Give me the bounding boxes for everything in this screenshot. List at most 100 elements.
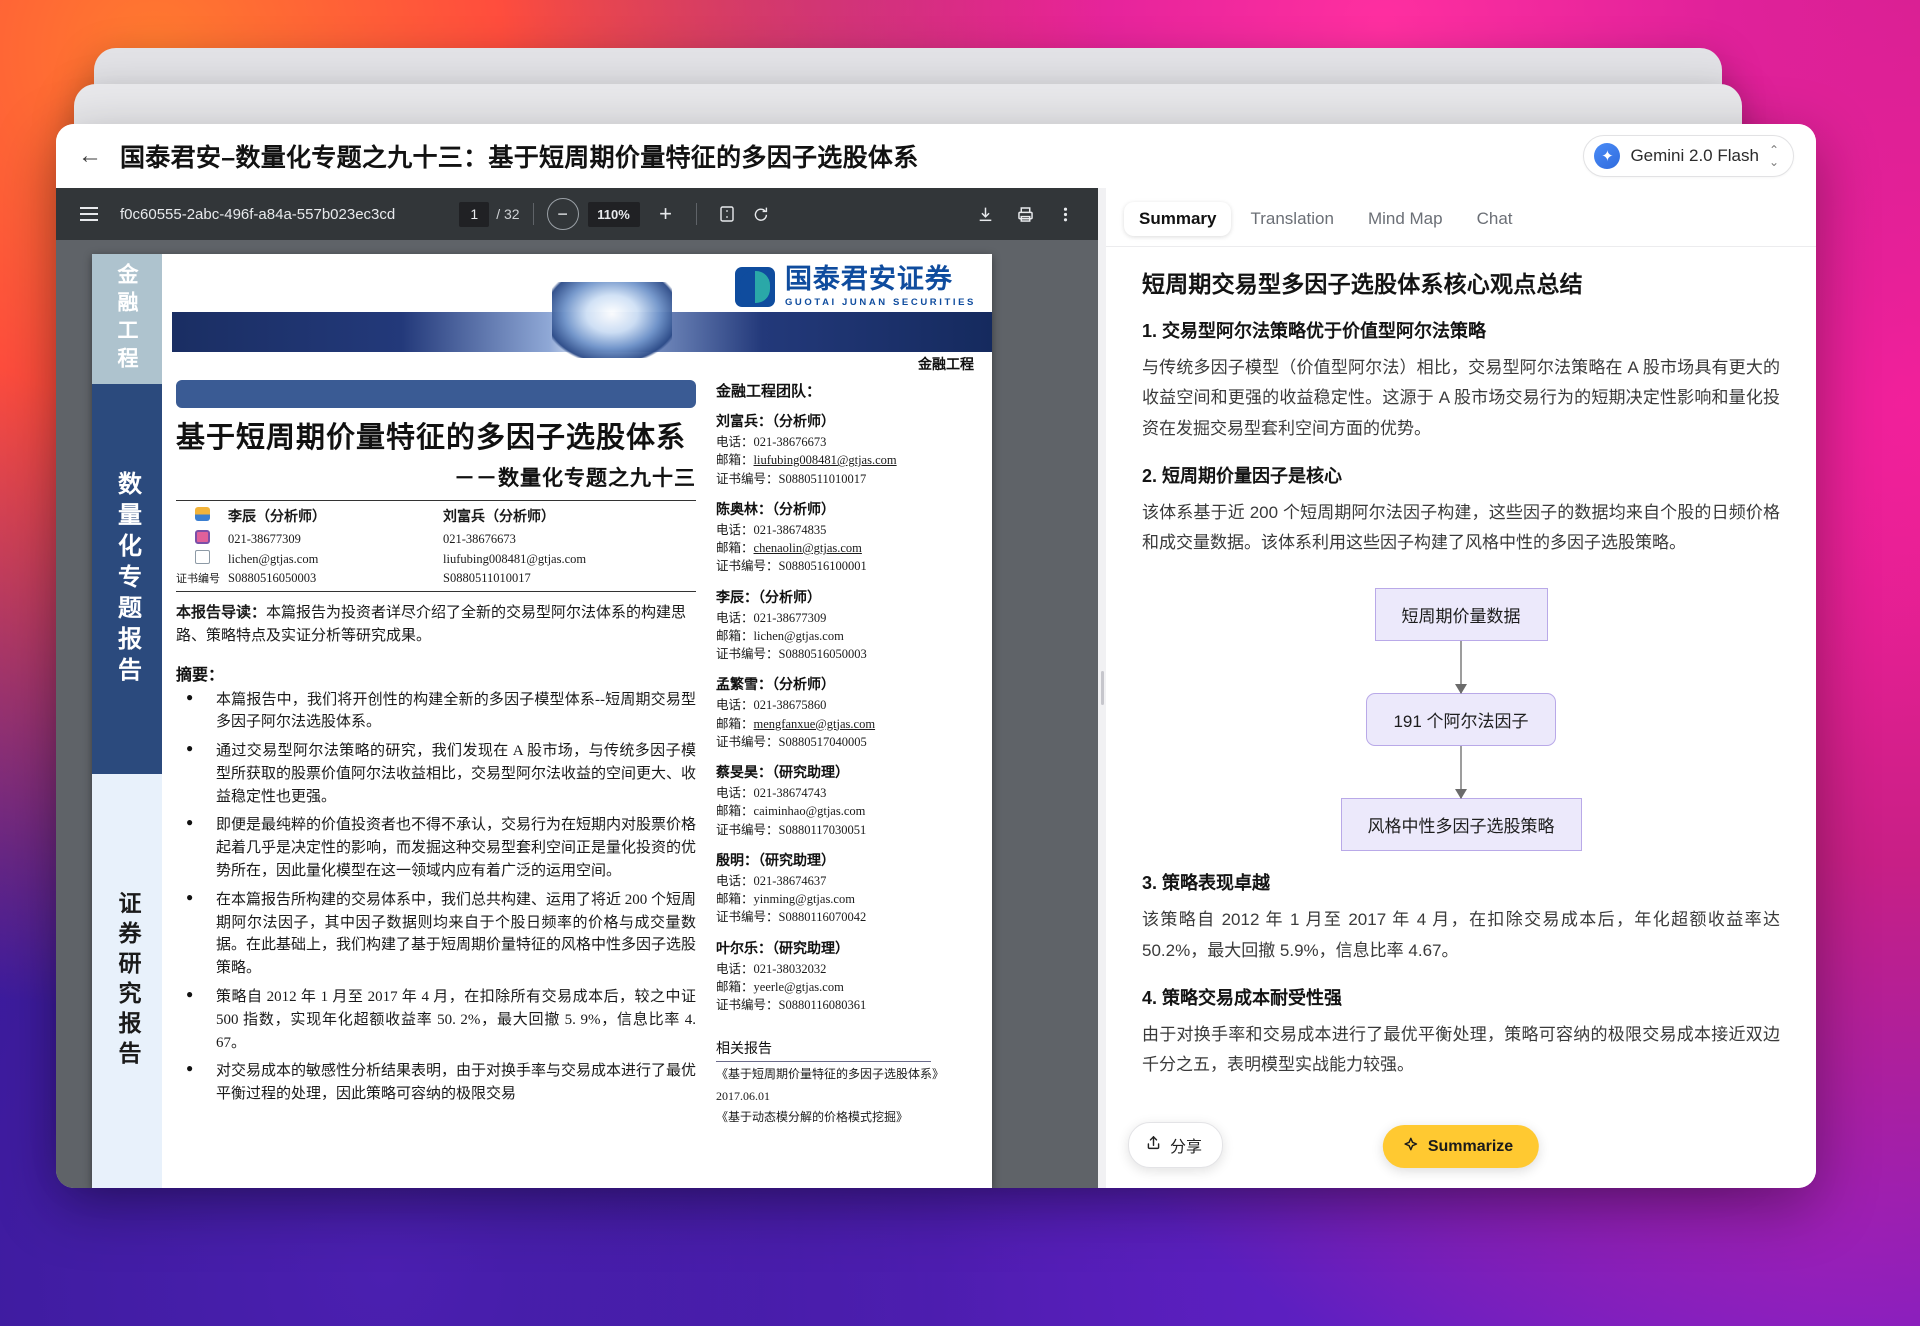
phone-value: 021-38675860 (754, 698, 827, 712)
email-label: 邮箱： (716, 629, 754, 643)
member-phone: 电话：021-38674835 (716, 521, 976, 539)
toolbar-right-group (968, 197, 1082, 231)
phone-label: 电话： (716, 523, 754, 537)
table-row: 李辰（分析师） 刘富兵（分析师） (176, 505, 696, 529)
print-icon[interactable] (1008, 197, 1042, 231)
email-label: 邮箱： (716, 804, 754, 818)
list-item: 策略自 2012 年 1 月至 2017 年 4 月，在扣除所有交易成本后，较之… (176, 986, 696, 1054)
member-name: 孟繁雪：（分析师） (716, 674, 976, 694)
analyst-name-2: 刘富兵（分析师） (443, 505, 696, 529)
list-item: 本篇报告中，我们将开创性的构建全新的多因子模型体系--短周期交易型多因子阿尔法选… (176, 689, 696, 735)
fit-page-icon[interactable] (710, 197, 744, 231)
member-email: 邮箱：yeerle@gtjas.com (716, 978, 976, 996)
cert-value: S0880517040005 (779, 735, 867, 749)
related-reports: 相关报告 《基于短周期价量特征的多因子选股体系》 2017.06.01 《基于动… (716, 1038, 976, 1126)
summary-title: 短周期交易型多因子选股体系核心观点总结 (1142, 265, 1780, 299)
share-button[interactable]: 分享 (1128, 1122, 1223, 1168)
summary-content-scroll[interactable]: 短周期交易型多因子选股体系核心观点总结 1. 交易型阿尔法策略优于价值型阿尔法策… (1106, 247, 1816, 1188)
member-cert: 证书编号：S0880116070042 (716, 908, 976, 926)
cert-value: S0880117030051 (779, 823, 867, 837)
team-member: 叶尔乐：（研究助理） 电话：021-38032032 邮箱：yeerle@gtj… (716, 938, 976, 1015)
pdf-filename: f0c60555-2abc-496f-a84a-557b023ec3cd (120, 206, 395, 223)
email-value[interactable]: mengfanxue@gtjas.com (754, 717, 876, 731)
analyst-phone-1: 021-38677309 (228, 529, 443, 549)
tab-chat[interactable]: Chat (1462, 202, 1528, 236)
toolbar-divider-2 (696, 203, 697, 225)
member-phone: 电话：021-38674743 (716, 784, 976, 802)
member-phone: 电话：021-38675860 (716, 696, 976, 714)
window-title-bar: ← 国泰君安–数量化专题之九十三：基于短周期价量特征的多因子选股体系 ✦ Gem… (56, 124, 1816, 188)
zoom-out-button[interactable]: − (547, 198, 579, 230)
model-picker-dropdown[interactable]: ✦ Gemini 2.0 Flash ⌃⌄ (1583, 135, 1794, 177)
team-member: 蔡旻昊：（研究助理） 电话：021-38674743 邮箱：caiminhao@… (716, 762, 976, 839)
pdf-spine-bands: 金融工程 数量化专题报告 证券研究报告 (92, 254, 162, 1188)
team-member: 陈奥林：（分析师） 电话：021-38674835 邮箱：chenaolin@g… (716, 499, 976, 576)
member-phone: 电话：021-38677309 (716, 609, 976, 627)
member-cert: 证书编号：S0880511010017 (716, 470, 976, 488)
cert-label: 证书编号 (176, 569, 228, 587)
flow-arrow-1 (1460, 641, 1462, 693)
email-label: 邮箱： (716, 453, 754, 467)
page-total-label: / 32 (496, 206, 519, 222)
summarize-button[interactable]: Summarize (1383, 1125, 1539, 1168)
app-window: ← 国泰君安–数量化专题之九十三：基于短周期价量特征的多因子选股体系 ✦ Gem… (56, 124, 1816, 1188)
pdf-page-1: 金融工程 数量化专题报告 证券研究报告 国泰君安证券 (92, 254, 992, 1188)
hamburger-menu-icon[interactable] (72, 197, 106, 231)
email-value[interactable]: yinming@gtjas.com (754, 892, 855, 906)
summary-section-heading-4: 4. 策略交易成本耐受性强 (1142, 984, 1780, 1010)
related-report-item[interactable]: 《基于动态模分解的价格模式挖掘》 (716, 1109, 976, 1126)
email-value[interactable]: lichen@gtjas.com (754, 629, 844, 643)
spine-band-quant-report: 数量化专题报告 (92, 384, 162, 774)
more-vertical-icon[interactable] (1048, 197, 1082, 231)
zoom-level-label: 110% (588, 202, 640, 227)
email-value[interactable]: chenaolin@gtjas.com (754, 541, 862, 555)
email-label: 邮箱： (716, 717, 754, 731)
rotate-icon[interactable] (744, 197, 778, 231)
tab-summary[interactable]: Summary (1124, 202, 1231, 236)
cert-label: 证书编号： (716, 910, 779, 924)
list-item: 对交易成本的敏感性分析结果表明，由于对换手率与交易成本进行了最优平衡过程的处理，… (176, 1060, 696, 1106)
cert-label: 证书编号： (716, 735, 779, 749)
member-name: 陈奥林：（分析师） (716, 499, 976, 519)
pdf-abstract-heading: 摘要： (176, 661, 696, 685)
download-icon[interactable] (968, 197, 1002, 231)
phone-label: 电话： (716, 874, 754, 888)
analyst-cert-1: S0880516050003 (228, 569, 443, 587)
summary-section-heading-3: 3. 策略表现卓越 (1142, 869, 1780, 895)
pdf-header-tag: 金融工程 (918, 354, 974, 374)
member-phone: 电话：021-38676673 (716, 433, 976, 451)
chevron-updown-icon: ⌃⌄ (1769, 144, 1779, 168)
pane-resize-handle[interactable] (1098, 188, 1106, 1188)
back-arrow-icon[interactable]: ← (70, 136, 110, 176)
email-value[interactable]: caiminhao@gtjas.com (754, 804, 866, 818)
summarize-button-label: Summarize (1428, 1138, 1513, 1156)
mail-icon (176, 549, 228, 569)
table-row: lichen@gtjas.com liufubing008481@gtjas.c… (176, 549, 696, 569)
email-value[interactable]: yeerle@gtjas.com (754, 980, 844, 994)
team-member: 李辰：（分析师） 电话：021-38677309 邮箱：lichen@gtjas… (716, 587, 976, 664)
phone-value: 021-38677309 (754, 611, 827, 625)
sparkle-icon (1403, 1136, 1419, 1157)
member-name: 刘富兵：（分析师） (716, 411, 976, 431)
member-email: 邮箱：chenaolin@gtjas.com (716, 539, 976, 557)
member-cert: 证书编号：S0880517040005 (716, 733, 976, 751)
guotai-junan-logo: 国泰君安证券 GUOTAI JUNAN SECURITIES (735, 266, 976, 308)
title-accent-bar (176, 380, 696, 408)
analyst-contact-table: 李辰（分析师） 刘富兵（分析师） 021-38677309 021-386766… (176, 500, 696, 592)
member-name: 蔡旻昊：（研究助理） (716, 762, 976, 782)
analyst-email-2[interactable]: liufubing008481@gtjas.com (443, 549, 696, 569)
email-value[interactable]: liufubing008481@gtjas.com (754, 453, 897, 467)
phone-value: 021-38032032 (754, 962, 827, 976)
pdf-abstract-list: 本篇报告中，我们将开创性的构建全新的多因子模型体系--短周期交易型多因子阿尔法选… (176, 689, 696, 1107)
related-report-item[interactable]: 《基于短周期价量特征的多因子选股体系》 (716, 1066, 976, 1083)
zoom-in-button[interactable]: + (649, 197, 683, 231)
flow-arrow-2 (1460, 746, 1462, 798)
analyst-email-1[interactable]: lichen@gtjas.com (228, 549, 443, 569)
member-name: 李辰：（分析师） (716, 587, 976, 607)
pdf-scroll-area[interactable]: 金融工程 数量化专题报告 证券研究报告 国泰君安证券 (56, 240, 1098, 1188)
tab-translation[interactable]: Translation (1235, 202, 1348, 236)
page-number-input[interactable] (459, 202, 489, 227)
cert-label: 证书编号： (716, 998, 779, 1012)
tab-mind-map[interactable]: Mind Map (1353, 202, 1458, 236)
logo-mark-icon (735, 267, 775, 307)
